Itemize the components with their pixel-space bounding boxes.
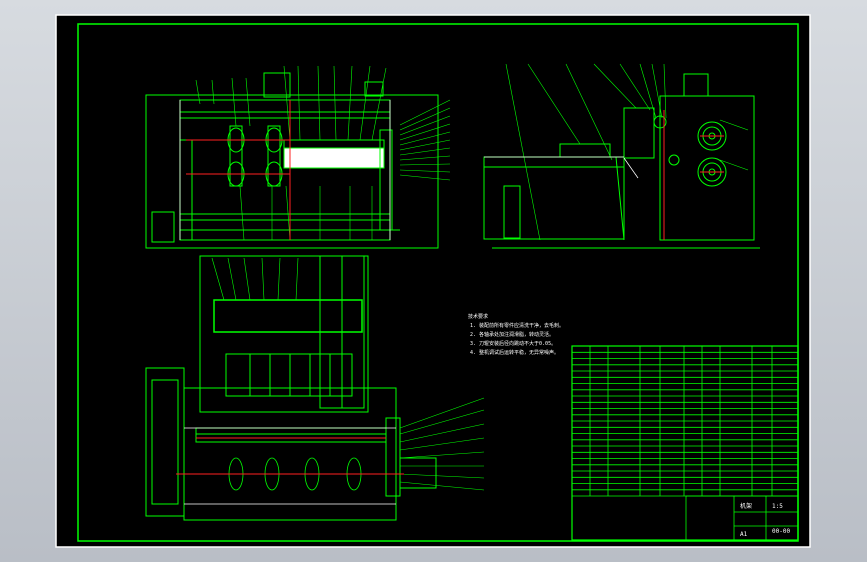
notes-line-3: 3. 刀辊安装后径向跳动不大于0.05。 — [470, 340, 556, 347]
title-block-drawing-no: 00-00 — [772, 528, 790, 535]
title-block-sheet: A1 — [740, 531, 748, 538]
cad-drawing-viewport: 技术要求 1. 装配前所有零件应清洗干净，去毛刺。 2. 各轴承处加注润滑脂，转… — [55, 14, 811, 548]
notes-line-1: 1. 装配前所有零件应清洗干净，去毛刺。 — [470, 322, 564, 329]
notes-line-4: 4. 整机调试后运转平稳，无异常噪声。 — [470, 349, 559, 356]
title-block-scale: 1:5 — [772, 503, 783, 510]
notes-line-2: 2. 各轴承处加注润滑脂，转动灵活。 — [470, 331, 554, 338]
notes-heading: 技术要求 — [468, 313, 488, 320]
title-block-name: 机架 — [740, 502, 752, 510]
